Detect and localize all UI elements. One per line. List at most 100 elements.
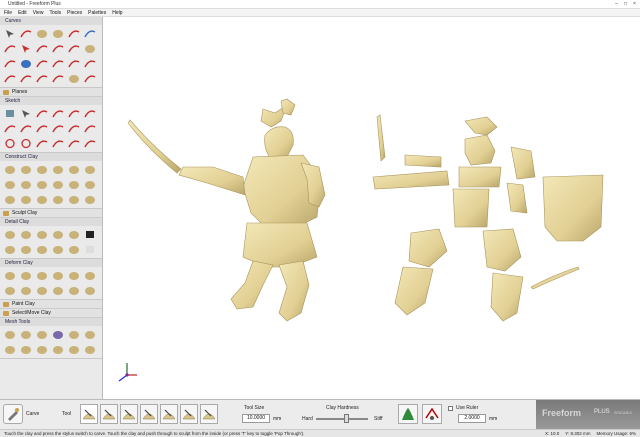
curves-tool-23-icon[interactable] — [67, 72, 81, 85]
maximize-icon[interactable]: □ — [622, 1, 629, 7]
sketch-tool-10-icon[interactable] — [51, 122, 65, 135]
detail-tool-7-icon[interactable] — [3, 243, 17, 256]
sketch-tool-13-icon[interactable] — [3, 137, 17, 150]
detail-tool-10-icon[interactable] — [51, 243, 65, 256]
detail-tool-9-icon[interactable] — [35, 243, 49, 256]
menu-tools[interactable]: Tools — [49, 9, 61, 16]
3d-viewport[interactable] — [103, 17, 640, 399]
carve-variant-4-icon[interactable] — [140, 404, 158, 424]
minimize-icon[interactable]: – — [613, 1, 620, 7]
construct-tool-8-icon[interactable] — [19, 178, 33, 191]
construct-tool-9-icon[interactable] — [35, 178, 49, 191]
curves-tool-18-icon[interactable] — [83, 57, 97, 70]
carve-variant-3-icon[interactable] — [120, 404, 138, 424]
deform-tool-12-icon[interactable] — [83, 284, 97, 297]
menu-edit[interactable]: Edit — [18, 9, 27, 16]
sketch-tool-8-icon[interactable] — [19, 122, 33, 135]
sculpt-palette[interactable]: Sculpt Clay — [0, 209, 102, 218]
sketch-tool-4-icon[interactable] — [51, 107, 65, 120]
sketch-tool-15-icon[interactable] — [35, 137, 49, 150]
mesh-tool-6-icon[interactable] — [83, 328, 97, 341]
detail-tool-5-icon[interactable] — [67, 228, 81, 241]
curves-tool-8-icon[interactable] — [19, 42, 33, 55]
curves-tool-19-icon[interactable] — [3, 72, 17, 85]
sketch-tool-9-icon[interactable] — [35, 122, 49, 135]
construct-tool-6-icon[interactable] — [83, 163, 97, 176]
construct-tool-14-icon[interactable] — [19, 193, 33, 206]
use-ruler-checkbox[interactable] — [448, 406, 453, 411]
carve-tool-icon[interactable] — [3, 404, 23, 424]
menu-file[interactable]: File — [4, 9, 12, 16]
carve-variant-6-icon[interactable] — [180, 404, 198, 424]
curves-tool-5-icon[interactable] — [67, 27, 81, 40]
construct-tool-4-icon[interactable] — [51, 163, 65, 176]
detail-tool-11-icon[interactable] — [67, 243, 81, 256]
close-icon[interactable]: × — [631, 1, 638, 7]
mesh-tool-5-icon[interactable] — [67, 328, 81, 341]
clay-hardness-slider[interactable] — [316, 418, 368, 420]
sketch-tool-18-icon[interactable] — [83, 137, 97, 150]
sketch-tool-7-icon[interactable] — [3, 122, 17, 135]
deform-tool-6-icon[interactable] — [83, 269, 97, 282]
construct-tool-10-icon[interactable] — [51, 178, 65, 191]
palette-header-deform[interactable]: Deform Clay — [0, 259, 102, 267]
deform-tool-3-icon[interactable] — [35, 269, 49, 282]
curves-tool-3-icon[interactable] — [35, 27, 49, 40]
construct-tool-1-icon[interactable] — [3, 163, 17, 176]
curves-tool-4-icon[interactable] — [51, 27, 65, 40]
mesh-tool-3-icon[interactable] — [35, 328, 49, 341]
construct-tool-18-icon[interactable] — [83, 193, 97, 206]
curves-tool-1-icon[interactable] — [3, 27, 17, 40]
construct-tool-16-icon[interactable] — [51, 193, 65, 206]
construct-tool-7-icon[interactable] — [3, 178, 17, 191]
sketch-tool-3-icon[interactable] — [35, 107, 49, 120]
construct-tool-17-icon[interactable] — [67, 193, 81, 206]
curves-tool-24-icon[interactable] — [83, 72, 97, 85]
curves-tool-15-icon[interactable] — [35, 57, 49, 70]
detail-tool-1-icon[interactable] — [3, 228, 17, 241]
mesh-tool-2-icon[interactable] — [19, 328, 33, 341]
mesh-tool-8-icon[interactable] — [19, 343, 33, 356]
deform-tool-4-icon[interactable] — [51, 269, 65, 282]
curves-tool-17-icon[interactable] — [67, 57, 81, 70]
carve-variant-2-icon[interactable] — [100, 404, 118, 424]
detail-tool-2-icon[interactable] — [19, 228, 33, 241]
construct-tool-13-icon[interactable] — [3, 193, 17, 206]
curves-tool-12-icon[interactable] — [83, 42, 97, 55]
sketch-tool-1-icon[interactable] — [3, 107, 17, 120]
deform-tool-8-icon[interactable] — [19, 284, 33, 297]
mesh-tool-4-icon[interactable] — [51, 328, 65, 341]
curves-tool-13-icon[interactable] — [3, 57, 17, 70]
detail-tool-4-icon[interactable] — [51, 228, 65, 241]
curves-tool-6-icon[interactable] — [83, 27, 97, 40]
deform-tool-5-icon[interactable] — [67, 269, 81, 282]
detail-tool-3-icon[interactable] — [35, 228, 49, 241]
sketch-tool-12-icon[interactable] — [83, 122, 97, 135]
carve-variant-7-icon[interactable] — [200, 404, 218, 424]
deform-tool-9-icon[interactable] — [35, 284, 49, 297]
curves-tool-14-icon[interactable] — [19, 57, 33, 70]
curves-tool-11-icon[interactable] — [67, 42, 81, 55]
palette-header-curves[interactable]: Curves — [0, 17, 102, 25]
deform-tool-10-icon[interactable] — [51, 284, 65, 297]
palette-header-sketch[interactable]: Sketch — [0, 97, 102, 105]
ruler-input[interactable]: 2.0000 — [458, 414, 486, 423]
sketch-tool-17-icon[interactable] — [67, 137, 81, 150]
construct-tool-11-icon[interactable] — [67, 178, 81, 191]
detail-tool-8-icon[interactable] — [19, 243, 33, 256]
curves-tool-20-icon[interactable] — [19, 72, 33, 85]
deform-tool-1-icon[interactable] — [3, 269, 17, 282]
palette-header-construct[interactable]: Construct Clay — [0, 153, 102, 161]
deform-tool-2-icon[interactable] — [19, 269, 33, 282]
sketch-tool-16-icon[interactable] — [51, 137, 65, 150]
curves-tool-10-icon[interactable] — [51, 42, 65, 55]
detail-tool-6-icon[interactable] — [83, 228, 97, 241]
construct-tool-15-icon[interactable] — [35, 193, 49, 206]
slider-thumb[interactable] — [344, 414, 349, 423]
deform-tool-7-icon[interactable] — [3, 284, 17, 297]
sketch-tool-6-icon[interactable] — [83, 107, 97, 120]
sculpt-mode-icon[interactable] — [398, 404, 418, 424]
construct-tool-3-icon[interactable] — [35, 163, 49, 176]
menu-pieces[interactable]: Pieces — [67, 9, 82, 16]
tool-size-input[interactable]: 10.0000 — [242, 414, 270, 423]
